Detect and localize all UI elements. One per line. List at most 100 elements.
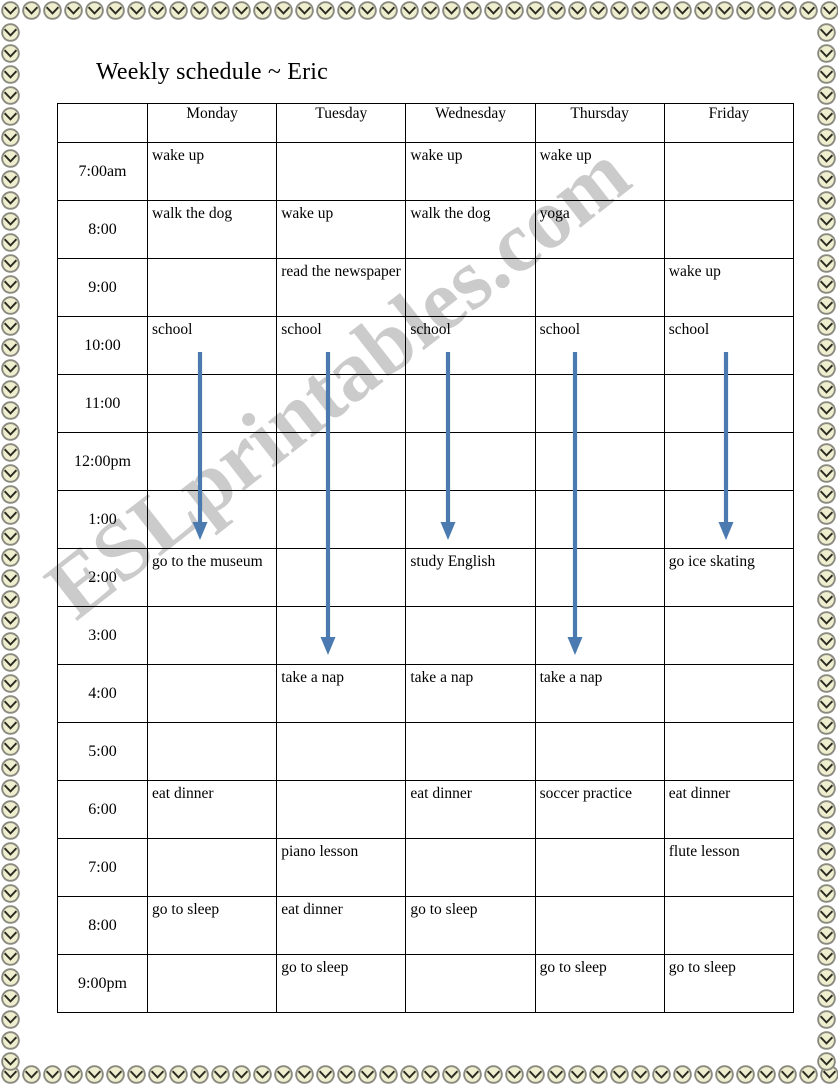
clock-icon bbox=[63, 1064, 84, 1085]
schedule-cell-thursday[interactable]: go to sleep bbox=[534, 954, 665, 1013]
schedule-cell-friday[interactable] bbox=[663, 374, 794, 433]
clock-icon bbox=[735, 0, 756, 21]
schedule-cell-wednesday[interactable] bbox=[405, 954, 536, 1013]
schedule-cell-thursday[interactable] bbox=[534, 490, 665, 549]
schedule-cell-thursday[interactable] bbox=[534, 606, 665, 665]
clock-icon bbox=[609, 1064, 630, 1085]
schedule-cell-monday[interactable]: go to sleep bbox=[146, 896, 278, 955]
clock-icon bbox=[0, 85, 21, 106]
schedule-cell-wednesday[interactable]: school bbox=[405, 316, 536, 375]
schedule-cell-friday[interactable]: go to sleep bbox=[663, 954, 794, 1013]
schedule-cell-friday[interactable]: go ice skating bbox=[663, 548, 794, 607]
schedule-cell-wednesday[interactable] bbox=[405, 490, 536, 549]
schedule-cell-friday[interactable] bbox=[663, 896, 794, 955]
schedule-cell-thursday[interactable] bbox=[534, 838, 665, 897]
schedule-cell-friday[interactable] bbox=[663, 200, 794, 259]
time-label: 8:00 bbox=[57, 896, 148, 955]
schedule-cell-tuesday[interactable] bbox=[276, 722, 407, 781]
time-label: 11:00 bbox=[57, 374, 148, 433]
schedule-cell-friday[interactable] bbox=[663, 432, 794, 491]
schedule-cell-wednesday[interactable] bbox=[405, 258, 536, 317]
schedule-cell-friday[interactable]: eat dinner bbox=[663, 780, 794, 839]
schedule-cell-thursday[interactable]: take a nap bbox=[534, 664, 665, 723]
schedule-cell-friday[interactable]: wake up bbox=[663, 258, 794, 317]
clock-icon bbox=[399, 0, 420, 21]
clock-icon bbox=[0, 43, 21, 64]
schedule-cell-thursday[interactable] bbox=[534, 432, 665, 491]
schedule-cell-wednesday[interactable] bbox=[405, 374, 536, 433]
schedule-cell-thursday[interactable] bbox=[534, 722, 665, 781]
schedule-cell-thursday[interactable] bbox=[534, 896, 665, 955]
schedule-cell-friday[interactable] bbox=[663, 722, 794, 781]
schedule-cell-monday[interactable]: eat dinner bbox=[146, 780, 278, 839]
clock-icon bbox=[816, 190, 837, 211]
schedule-cell-thursday[interactable]: soccer practice bbox=[534, 780, 665, 839]
schedule-cell-wednesday[interactable]: wake up bbox=[405, 142, 536, 201]
schedule-cell-monday[interactable] bbox=[146, 954, 278, 1013]
schedule-cell-tuesday[interactable]: take a nap bbox=[276, 664, 407, 723]
schedule-cell-thursday[interactable] bbox=[534, 548, 665, 607]
schedule-cell-tuesday[interactable] bbox=[276, 780, 407, 839]
schedule-cell-wednesday[interactable]: take a nap bbox=[405, 664, 536, 723]
schedule-cell-monday[interactable] bbox=[146, 374, 278, 433]
schedule-cell-tuesday[interactable] bbox=[276, 606, 407, 665]
schedule-cell-monday[interactable]: wake up bbox=[146, 142, 278, 201]
clock-icon bbox=[0, 988, 21, 1009]
schedule-cell-tuesday[interactable]: eat dinner bbox=[276, 896, 407, 955]
schedule-cell-monday[interactable] bbox=[146, 490, 278, 549]
schedule-cell-tuesday[interactable]: wake up bbox=[276, 200, 407, 259]
schedule-cell-wednesday[interactable] bbox=[405, 838, 536, 897]
schedule-cell-tuesday[interactable]: school bbox=[276, 316, 407, 375]
schedule-cell-friday[interactable]: flute lesson bbox=[663, 838, 794, 897]
schedule-cell-wednesday[interactable] bbox=[405, 432, 536, 491]
corner-cell bbox=[57, 103, 148, 143]
schedule-cell-monday[interactable] bbox=[146, 838, 278, 897]
schedule-cell-friday[interactable] bbox=[663, 490, 794, 549]
schedule-cell-tuesday[interactable]: read the newspaper bbox=[276, 258, 407, 317]
schedule-cell-friday[interactable]: school bbox=[663, 316, 794, 375]
schedule-cell-wednesday[interactable]: walk the dog bbox=[405, 200, 536, 259]
clock-icon bbox=[816, 148, 837, 169]
clock-icon bbox=[816, 295, 837, 316]
clock-icon bbox=[693, 0, 714, 21]
schedule-cell-monday[interactable]: walk the dog bbox=[146, 200, 278, 259]
schedule-cell-wednesday[interactable]: study English bbox=[405, 548, 536, 607]
schedule-cell-thursday[interactable]: yoga bbox=[534, 200, 665, 259]
clock-icon bbox=[714, 0, 735, 21]
activity-text: eat dinner bbox=[152, 785, 214, 802]
schedule-cell-wednesday[interactable] bbox=[405, 606, 536, 665]
schedule-cell-friday[interactable] bbox=[663, 606, 794, 665]
clock-icon bbox=[816, 820, 837, 841]
clock-icon bbox=[399, 1064, 420, 1085]
clock-icon bbox=[0, 1030, 21, 1051]
time-label: 10:00 bbox=[57, 316, 148, 375]
schedule-cell-thursday[interactable] bbox=[534, 374, 665, 433]
schedule-cell-tuesday[interactable] bbox=[276, 142, 407, 201]
schedule-cell-monday[interactable]: school bbox=[146, 316, 278, 375]
schedule-cell-wednesday[interactable] bbox=[405, 722, 536, 781]
schedule-cell-thursday[interactable]: school bbox=[534, 316, 665, 375]
schedule-cell-tuesday[interactable] bbox=[276, 374, 407, 433]
clock-icon bbox=[462, 0, 483, 21]
schedule-cell-tuesday[interactable] bbox=[276, 490, 407, 549]
schedule-cell-thursday[interactable]: wake up bbox=[534, 142, 665, 201]
clock-icon bbox=[588, 0, 609, 21]
schedule-cell-wednesday[interactable]: go to sleep bbox=[405, 896, 536, 955]
schedule-cell-tuesday[interactable] bbox=[276, 548, 407, 607]
schedule-cell-monday[interactable] bbox=[146, 432, 278, 491]
schedule-cell-thursday[interactable] bbox=[534, 258, 665, 317]
schedule-cell-monday[interactable] bbox=[146, 606, 278, 665]
clock-icon bbox=[483, 0, 504, 21]
schedule-cell-wednesday[interactable]: eat dinner bbox=[405, 780, 536, 839]
schedule-cell-monday[interactable] bbox=[146, 722, 278, 781]
schedule-cell-tuesday[interactable] bbox=[276, 432, 407, 491]
schedule-cell-monday[interactable] bbox=[146, 258, 278, 317]
schedule-cell-monday[interactable] bbox=[146, 664, 278, 723]
schedule-cell-tuesday[interactable]: piano lesson bbox=[276, 838, 407, 897]
clock-icon bbox=[816, 505, 837, 526]
schedule-cell-friday[interactable] bbox=[663, 664, 794, 723]
schedule-cell-tuesday[interactable]: go to sleep bbox=[276, 954, 407, 1013]
schedule-cell-friday[interactable] bbox=[663, 142, 794, 201]
schedule-cell-monday[interactable]: go to the museum bbox=[146, 548, 278, 607]
clock-icon bbox=[231, 1064, 252, 1085]
